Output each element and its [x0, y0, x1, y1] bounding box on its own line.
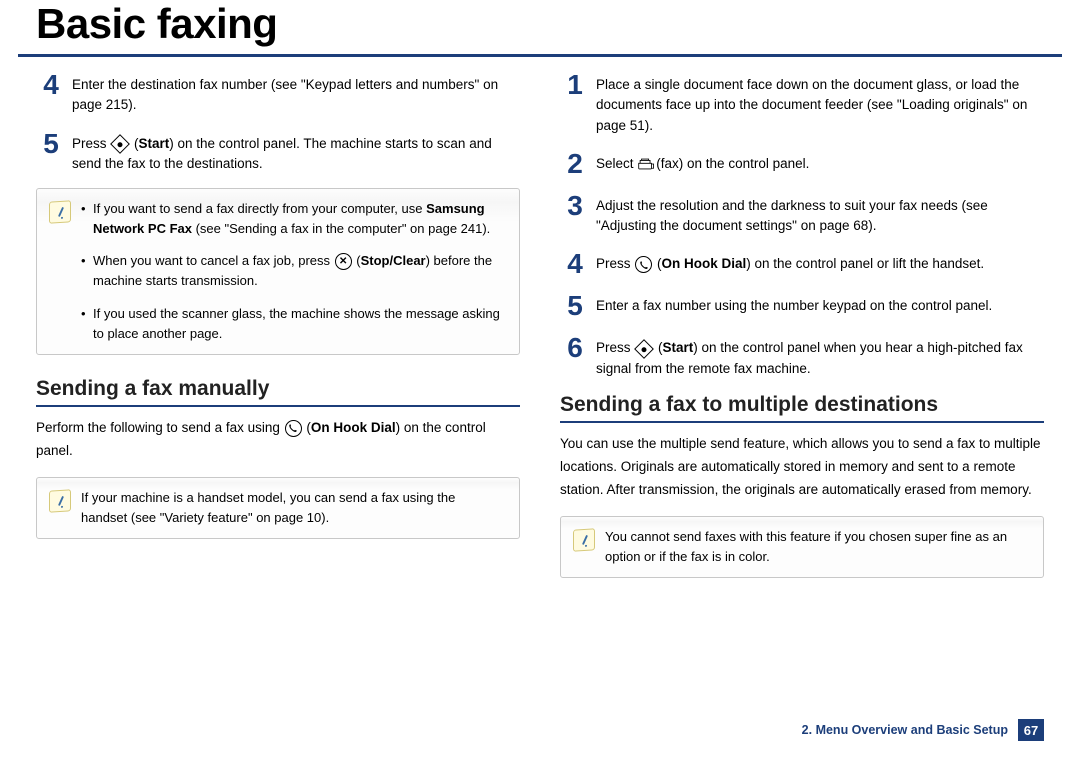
page-title: Basic faxing: [36, 0, 1044, 48]
step-number: 3: [560, 192, 590, 220]
note-icon: [49, 489, 71, 513]
step-number: 2: [560, 150, 590, 178]
step-4-left: 4 Enter the destination fax number (see …: [36, 71, 520, 116]
step-text: Enter a fax number using the number keyp…: [590, 292, 992, 316]
step-1-right: 1 Place a single document face down on t…: [560, 71, 1044, 136]
on-hook-dial-icon: [285, 420, 302, 437]
step-text: Press (Start) on the control panel when …: [590, 334, 1044, 379]
note-box: You cannot send faxes with this feature …: [560, 516, 1044, 578]
note-icon: [49, 200, 71, 224]
step-text: Adjust the resolution and the darkness t…: [590, 192, 1044, 237]
step-number: 5: [560, 292, 590, 320]
step-number: 4: [560, 250, 590, 278]
note-item: When you want to cancel a fax job, press…: [81, 251, 505, 291]
content-columns: 4 Enter the destination fax number (see …: [0, 71, 1080, 600]
note-item: If you want to send a fax directly from …: [81, 199, 505, 239]
body-paragraph: Perform the following to send a fax usin…: [36, 417, 520, 463]
note-box: If you want to send a fax directly from …: [36, 188, 520, 355]
start-icon: [110, 134, 130, 154]
start-icon: [634, 339, 654, 359]
note-icon: [573, 528, 595, 552]
step-5-left: 5 Press (Start) on the control panel. Th…: [36, 130, 520, 175]
step-5-right: 5 Enter a fax number using the number ke…: [560, 292, 1044, 320]
chapter-label: 2. Menu Overview and Basic Setup: [802, 723, 1008, 737]
note-body: If your machine is a handset model, you …: [81, 488, 505, 528]
note-item: If you used the scanner glass, the machi…: [81, 304, 505, 344]
step-6-right: 6 Press (Start) on the control panel whe…: [560, 334, 1044, 379]
title-bar: Basic faxing: [18, 0, 1062, 57]
step-text: Select (fax) on the control panel.: [590, 150, 809, 174]
note-box: If your machine is a handset model, you …: [36, 477, 520, 539]
step-3-right: 3 Adjust the resolution and the darkness…: [560, 192, 1044, 237]
step-2-right: 2 Select (fax) on the control panel.: [560, 150, 1044, 178]
on-hook-dial-icon: [635, 256, 652, 273]
page-footer: 2. Menu Overview and Basic Setup 67: [802, 719, 1044, 741]
note-body: If you want to send a fax directly from …: [81, 199, 505, 344]
step-text: Press (On Hook Dial) on the control pane…: [590, 250, 984, 274]
section-heading-multiple: Sending a fax to multiple destinations: [560, 393, 1044, 423]
step-number: 6: [560, 334, 590, 362]
step-number: 1: [560, 71, 590, 99]
section-heading-manual: Sending a fax manually: [36, 377, 520, 407]
step-number: 5: [36, 130, 66, 158]
note-body: You cannot send faxes with this feature …: [605, 527, 1029, 567]
step-4-right: 4 Press (On Hook Dial) on the control pa…: [560, 250, 1044, 278]
step-text: Press (Start) on the control panel. The …: [66, 130, 520, 175]
left-column: 4 Enter the destination fax number (see …: [36, 71, 520, 600]
right-column: 1 Place a single document face down on t…: [560, 71, 1044, 600]
step-number: 4: [36, 71, 66, 99]
step-text: Enter the destination fax number (see "K…: [66, 71, 520, 116]
body-paragraph: You can use the multiple send feature, w…: [560, 433, 1044, 502]
fax-icon: [638, 156, 655, 173]
stop-clear-icon: ✕: [335, 253, 352, 270]
step-text: Place a single document face down on the…: [590, 71, 1044, 136]
page-number: 67: [1018, 719, 1044, 741]
